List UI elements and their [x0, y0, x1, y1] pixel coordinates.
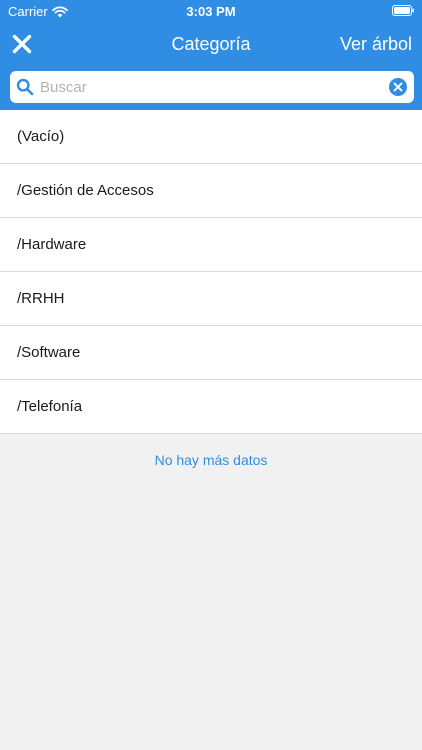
category-list-item[interactable]: /Gestión de Accesos: [0, 164, 422, 218]
header-bar: Carrier 3:03 PM Categoría Ver árbol: [0, 0, 422, 110]
category-label: /Software: [17, 344, 81, 361]
category-label: /Telefonía: [17, 398, 83, 415]
navigation-bar: Categoría Ver árbol: [0, 22, 422, 66]
category-list-item[interactable]: /RRHH: [0, 272, 422, 326]
search-bar: [10, 71, 414, 103]
category-list-item[interactable]: /Telefonía: [0, 380, 422, 434]
clear-search-icon[interactable]: [389, 78, 407, 96]
status-time: 3:03 PM: [186, 4, 236, 19]
category-list-item[interactable]: (Vacío): [0, 110, 422, 164]
category-list-item[interactable]: /Software: [0, 326, 422, 380]
category-label: (Vacío): [17, 128, 65, 145]
search-input[interactable]: [40, 71, 380, 103]
close-button[interactable]: [6, 28, 38, 60]
category-list-item[interactable]: /Hardware: [0, 218, 422, 272]
close-icon: [12, 34, 32, 54]
category-list: (Vacío) /Gestión de Accesos/Hardware/RRHH…: [0, 110, 422, 434]
category-label: /RRHH: [17, 290, 65, 307]
battery-icon: [392, 5, 414, 16]
no-more-data-label: No hay más datos: [154, 452, 268, 468]
status-bar: Carrier 3:03 PM: [0, 0, 422, 22]
search-icon: [16, 78, 34, 96]
category-label: /Gestión de Accesos: [17, 182, 154, 199]
view-tree-button[interactable]: Ver árbol: [340, 34, 412, 55]
category-label: /Hardware: [17, 236, 87, 253]
